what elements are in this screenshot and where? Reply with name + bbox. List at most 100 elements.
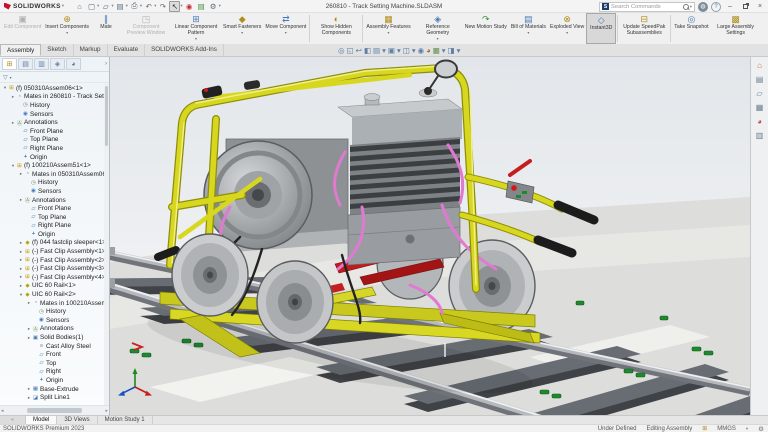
search-commands-box[interactable]: S Search Commands ▾ xyxy=(599,2,695,12)
caret-down-icon[interactable]: ▾ xyxy=(387,31,389,35)
tree-item-label[interactable]: (-) Fast Clip Assembly<4> xyxy=(32,274,104,281)
logo-caret-icon[interactable]: ▾ xyxy=(62,3,64,9)
tree-item[interactable]: ▸◆(f) 044 fastclip sleeper<1> xyxy=(0,239,104,248)
view-settings-icon[interactable]: ◨ xyxy=(448,45,455,56)
tree-item[interactable]: ▸⊞(-) Fast Clip Assembly<3> xyxy=(0,264,104,273)
show-hidden-components-button[interactable]: ◐ Show Hidden Components xyxy=(311,13,361,44)
graphics-viewport[interactable] xyxy=(110,57,750,415)
tree-item-label[interactable]: Right Plane xyxy=(38,222,71,229)
print-caret-icon[interactable]: ▾ xyxy=(140,3,142,9)
tree-item-label[interactable]: Annotations xyxy=(24,119,58,126)
tab-evaluate[interactable]: Evaluate xyxy=(108,44,146,56)
tree-item[interactable]: ▱Front Plane xyxy=(0,127,104,136)
tree-item[interactable]: ▸▦Base-Extrude xyxy=(0,385,104,394)
tree-item-label[interactable]: Cast Alloy Steel xyxy=(46,343,91,350)
caret-down-icon[interactable]: ▾ xyxy=(442,45,446,56)
design-library-icon[interactable]: ▤ xyxy=(756,75,764,84)
tree-item-label[interactable]: Origin xyxy=(30,154,47,161)
zoom-to-area-icon[interactable]: ◱ xyxy=(347,45,354,56)
close-button[interactable]: × xyxy=(754,1,766,12)
tree-item-label[interactable]: Annotations xyxy=(32,197,66,204)
tree-item[interactable]: +Origin xyxy=(0,376,104,385)
save-caret-icon[interactable]: ▾ xyxy=(126,3,128,9)
smart-fasteners-button[interactable]: ◆ Smart Fasteners ▾ xyxy=(221,13,263,44)
appearances-scenes-icon[interactable]: ◕ xyxy=(757,117,762,126)
update-speedpak-button[interactable]: ⊟ Update SpeedPak Subassemblies xyxy=(619,13,669,44)
instant3d-button[interactable]: ◇ Instant3D xyxy=(586,13,616,44)
tree-vertical-scrollbar[interactable] xyxy=(104,84,109,405)
units-caret-icon[interactable]: ▾ xyxy=(746,426,748,432)
tree-item[interactable]: ▸ⒶAnnotations xyxy=(0,196,104,205)
tree-item-label[interactable]: Solid Bodies(1) xyxy=(40,334,83,341)
tree-item-label[interactable]: Annotations xyxy=(40,325,74,332)
help-button[interactable]: ? xyxy=(711,2,721,12)
scroll-right-icon[interactable]: ▸ xyxy=(105,408,108,414)
caret-down-icon[interactable]: ▾ xyxy=(382,45,386,56)
insert-components-button[interactable]: ⊕ Insert Components ▾ xyxy=(43,13,91,44)
caret-down-icon[interactable]: ▾ xyxy=(195,37,197,41)
search-scope-icon[interactable]: S xyxy=(602,3,609,10)
configuration-manager-tab-icon[interactable]: ▥ xyxy=(34,58,49,70)
motion-study-tab[interactable]: Motion Study 1 xyxy=(98,416,153,424)
tree-item[interactable]: ▸ⒶAnnotations xyxy=(0,118,104,127)
new-caret-icon[interactable]: ▾ xyxy=(97,3,99,9)
tree-item-label[interactable]: Base-Extrude xyxy=(40,386,79,393)
select-button[interactable]: ↖ xyxy=(169,1,180,12)
open-caret-icon[interactable]: ▾ xyxy=(111,3,113,9)
units-selector[interactable]: MMGS xyxy=(717,426,736,432)
tree-item[interactable]: ▱Top Plane xyxy=(0,136,104,145)
zoom-to-fit-icon[interactable]: ◎ xyxy=(338,45,345,56)
feature-manager-tab-icon[interactable]: ⊞ xyxy=(2,58,17,70)
tree-item-label[interactable]: UIC 60 Rail<2> xyxy=(32,291,76,298)
caret-down-icon[interactable]: ▾ xyxy=(437,37,439,41)
tree-item-label[interactable]: Front Plane xyxy=(38,205,71,212)
tree-item-label[interactable]: Front xyxy=(46,351,61,358)
tree-item[interactable]: ◉Sensors xyxy=(0,187,104,196)
undo-caret-icon[interactable]: ▾ xyxy=(154,3,156,9)
hide-show-items-icon[interactable]: ◉ xyxy=(418,45,425,56)
tab-solidworks-add-ins[interactable]: SOLIDWORKS Add-Ins xyxy=(145,44,224,56)
tree-item[interactable]: ▸◆UIC 60 Rail<1> xyxy=(0,282,104,291)
tree-item-label[interactable]: (f) 044 fastclip sleeper<1> xyxy=(32,239,104,246)
scrollbar-thumb[interactable] xyxy=(105,86,108,146)
3d-views-tab[interactable]: 3D Views xyxy=(57,416,97,424)
tree-item-label[interactable]: Right xyxy=(46,368,61,375)
rebuild-button[interactable]: ◉ xyxy=(184,1,195,12)
tree-horizontal-scrollbar[interactable]: ◂ ▸ xyxy=(0,405,109,415)
tree-item-label[interactable]: Origin xyxy=(46,377,63,384)
display-style-icon[interactable]: ◫ xyxy=(403,45,410,56)
tree-item[interactable]: ◷History xyxy=(0,179,104,188)
task-pane-home-icon[interactable]: ⌂ xyxy=(757,61,762,70)
exploded-view-button[interactable]: ⊗ Exploded View ▾ xyxy=(548,13,586,44)
tree-item[interactable]: ◷History xyxy=(0,101,104,110)
tree-item-label[interactable]: (f) 100210Assem51<1> xyxy=(24,162,91,169)
caret-down-icon[interactable]: ▾ xyxy=(285,31,287,35)
section-view-icon[interactable]: ◧ xyxy=(364,45,371,56)
home-button[interactable]: ⌂ xyxy=(74,1,85,12)
panel-overflow-icon[interactable]: › xyxy=(105,61,107,67)
tab-assembly[interactable]: Assembly xyxy=(0,44,41,56)
minimize-button[interactable]: – xyxy=(724,1,736,12)
tree-item-label[interactable]: Split Line1 xyxy=(40,394,70,401)
tree-filter-row[interactable]: ▽ ▾ xyxy=(0,72,109,83)
property-manager-tab-icon[interactable]: ▤ xyxy=(18,58,33,70)
select-caret-icon[interactable]: ▾ xyxy=(180,3,182,9)
scrollbar-thumb[interactable] xyxy=(27,408,82,413)
take-snapshot-button[interactable]: ◎ Take Snapshot xyxy=(672,13,710,44)
tab-markup[interactable]: Markup xyxy=(74,44,108,56)
filter-funnel-icon[interactable]: ▽ xyxy=(3,74,8,81)
tree-item[interactable]: ▸⊞(-) Fast Clip Assembly<1> xyxy=(0,247,104,256)
tree-item[interactable]: ◉Sensors xyxy=(0,110,104,119)
tree-item-label[interactable]: UIC 60 Rail<1> xyxy=(32,282,76,289)
tree-item[interactable]: ▱Front Plane xyxy=(0,204,104,213)
scroll-left-icon[interactable]: ◂ xyxy=(1,408,4,414)
reference-geometry-button[interactable]: ◈ Reference Geometry ▾ xyxy=(413,13,463,44)
tree-item-label[interactable]: Front Plane xyxy=(30,128,63,135)
tree-item-label[interactable]: Sensors xyxy=(30,111,53,118)
search-input[interactable]: Search Commands xyxy=(611,4,681,10)
model-tab[interactable]: Model xyxy=(26,416,57,424)
large-assembly-settings-button[interactable]: ▩ Large Assembly Settings xyxy=(711,13,761,44)
view-palette-icon[interactable]: ▦ xyxy=(756,103,764,112)
caret-down-icon[interactable]: ▾ xyxy=(66,31,68,35)
tree-item[interactable]: ▱Front xyxy=(0,350,104,359)
